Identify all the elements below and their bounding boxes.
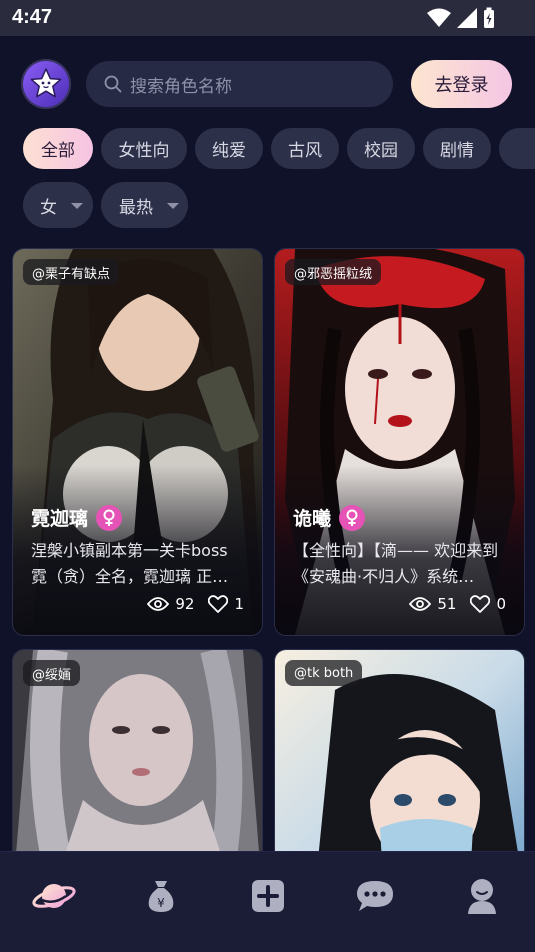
app-logo[interactable]	[23, 61, 69, 107]
character-description: 涅槃小镇副本第一关卡boss 霓（贪）全名，霓迦璃 正…	[31, 541, 229, 586]
gender-filter-label: 女	[40, 197, 57, 218]
female-icon	[339, 504, 366, 531]
nav-create[interactable]	[238, 866, 298, 926]
heart-icon[interactable]	[208, 595, 229, 613]
money-bag-icon: ¥	[148, 881, 173, 912]
character-name: 霓迦璃	[31, 508, 89, 530]
character-name: 诡曦	[293, 508, 332, 530]
tab-campus[interactable]: 校园	[347, 128, 415, 169]
tab-pure-love[interactable]: 纯爱	[195, 128, 263, 169]
character-card[interactable]: @邪恶摇粒绒 诡曦 【全性向】【滴—— 欢迎来到《安魂曲·不归人》系统… 51 …	[274, 248, 525, 636]
view-count: 51	[437, 595, 457, 613]
star-face-logo-icon	[30, 68, 62, 98]
battery-icon	[484, 7, 494, 28]
like-count: 0	[496, 595, 506, 613]
eye-icon	[147, 597, 170, 611]
heart-icon[interactable]	[470, 595, 491, 613]
nav-messages[interactable]	[345, 866, 405, 926]
view-count: 92	[175, 595, 195, 613]
author-badge[interactable]: @邪恶摇粒绒	[285, 259, 382, 285]
author-badge[interactable]: @绥婳	[23, 660, 81, 686]
add-icon	[251, 880, 284, 912]
planet-icon	[31, 884, 76, 908]
nav-profile[interactable]	[452, 866, 512, 926]
eye-icon	[409, 597, 432, 611]
tab-all[interactable]: 全部	[23, 128, 93, 169]
tab-ancient[interactable]: 古风	[271, 128, 339, 169]
sort-filter-label: 最热	[119, 197, 153, 218]
status-icons	[427, 7, 495, 29]
female-icon	[96, 504, 123, 531]
bottom-nav: ¥	[0, 851, 535, 952]
tab-story[interactable]: 剧情	[423, 128, 491, 169]
nav-home[interactable]	[24, 866, 84, 926]
chevron-down-icon	[71, 203, 83, 209]
like-count: 1	[234, 595, 244, 613]
svg-text:¥: ¥	[157, 896, 165, 910]
character-card[interactable]: @栗子有缺点 霓迦璃 涅槃小镇副本第一关卡boss 霓（贪）全名，霓迦璃 正… …	[12, 248, 263, 636]
signal-icon	[457, 8, 477, 28]
chat-icon	[356, 881, 393, 911]
status-time: 4:47	[12, 6, 53, 28]
sort-filter[interactable]: 最热	[101, 182, 188, 228]
card-stats: 92 1	[147, 595, 244, 613]
nav-wallet[interactable]: ¥	[131, 866, 191, 926]
search-placeholder: 搜索角色名称	[130, 76, 232, 97]
character-description: 【全性向】【滴—— 欢迎来到《安魂曲·不归人》系统…	[293, 541, 499, 586]
wifi-icon	[427, 8, 451, 27]
card-stats: 51 0	[409, 595, 506, 613]
character-name-row: 诡曦	[293, 504, 366, 531]
profile-icon	[467, 879, 496, 914]
chevron-down-icon	[167, 203, 179, 209]
author-badge[interactable]: @栗子有缺点	[23, 259, 120, 285]
author-badge[interactable]: @tk both	[285, 660, 363, 686]
gender-filter[interactable]: 女	[23, 182, 93, 228]
category-tabs: 全部 女性向 纯爱 古风 校园 剧情	[23, 128, 535, 169]
character-name-row: 霓迦璃	[31, 504, 123, 531]
tab-more-partial[interactable]	[499, 128, 535, 169]
status-bar: 4:47	[0, 0, 535, 36]
search-input[interactable]: 搜索角色名称	[86, 61, 393, 107]
login-button[interactable]: 去登录	[411, 60, 512, 108]
tab-female-oriented[interactable]: 女性向	[101, 128, 187, 169]
search-icon	[104, 75, 122, 93]
